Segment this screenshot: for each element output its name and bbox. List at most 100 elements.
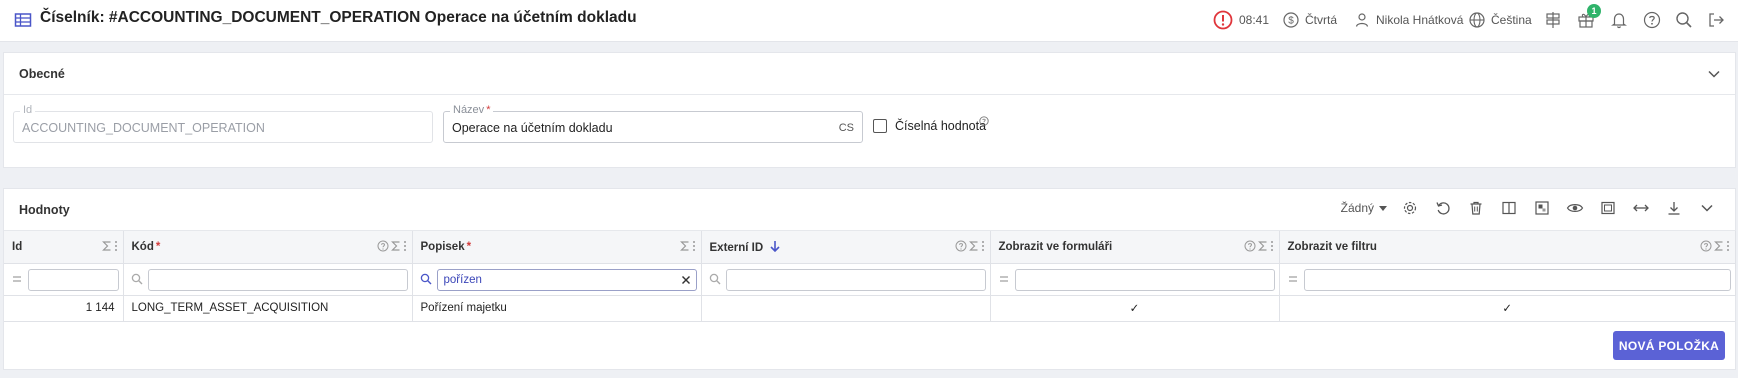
language-label: Čeština	[1491, 13, 1532, 27]
more-vertical-icon[interactable]	[981, 240, 985, 252]
help-icon[interactable]	[1700, 240, 1712, 252]
arrows-horizontal-icon	[1632, 204, 1649, 212]
session-timer[interactable]: 08:41	[1213, 9, 1269, 31]
dollar-icon: $	[1283, 12, 1299, 28]
general-section-title: Obecné	[19, 67, 65, 81]
layout-button[interactable]	[1525, 200, 1558, 216]
settings-button[interactable]	[1393, 200, 1426, 216]
sum-icon[interactable]	[101, 240, 112, 252]
cell-show-in-filter[interactable]: ✓	[1279, 295, 1735, 322]
new-item-button[interactable]: NOVÁ POLOŽKA	[1613, 331, 1725, 360]
column-header-show-in-filter[interactable]: Zobrazit ve filtru	[1279, 231, 1736, 264]
name-field-value[interactable]: Operace na účetním dokladu	[452, 121, 613, 135]
values-section-title: Hodnoty	[19, 203, 70, 217]
name-field[interactable]: Název * Operace na účetním dokladu CS	[443, 104, 863, 143]
name-language-code[interactable]: CS	[839, 122, 854, 134]
column-header-id[interactable]: Id	[4, 231, 124, 264]
download-icon	[1668, 202, 1679, 215]
sum-icon[interactable]	[968, 240, 979, 252]
logout-icon	[1709, 13, 1724, 27]
search-icon[interactable]	[709, 273, 721, 285]
collapse-values-button[interactable]	[1690, 201, 1723, 215]
numeric-value-checkbox[interactable]: Číselná hodnota	[873, 119, 986, 133]
id-field-value: ACCOUNTING_DOCUMENT_OPERATION	[22, 121, 265, 135]
sort-descending-icon[interactable]	[769, 240, 781, 252]
more-vertical-icon[interactable]	[114, 240, 118, 252]
close-icon[interactable]	[681, 275, 691, 285]
help-button[interactable]	[1643, 9, 1661, 31]
column-label: Zobrazit ve filtru	[1287, 240, 1377, 253]
notifications-button[interactable]	[1610, 9, 1628, 31]
search-icon[interactable]	[420, 273, 432, 285]
help-icon[interactable]	[377, 240, 389, 252]
column-label: Externí ID	[709, 241, 764, 254]
filter-popisek-value[interactable]: pořízen	[444, 274, 482, 286]
svg-text:$: $	[1288, 16, 1294, 27]
general-section: Obecné	[3, 52, 1736, 168]
help-icon[interactable]	[979, 116, 989, 126]
help-icon[interactable]	[1244, 240, 1256, 252]
user-icon	[1355, 13, 1369, 27]
signpost-button[interactable]	[1544, 9, 1562, 31]
fit-width-button[interactable]	[1624, 200, 1657, 216]
cell-id[interactable]: 1 144	[4, 295, 124, 322]
cell-show-in-form[interactable]: ✓	[990, 295, 1280, 322]
columns-button[interactable]	[1492, 200, 1525, 216]
filter-input-id[interactable]	[28, 268, 119, 291]
cell-kod[interactable]: LONG_TERM_ASSET_ACQUISITION	[123, 295, 413, 322]
equals-icon[interactable]	[1287, 274, 1299, 284]
day-selector[interactable]: $ Čtvrtá	[1283, 9, 1337, 31]
more-vertical-icon[interactable]	[403, 240, 407, 252]
chevron-down-icon[interactable]	[1707, 67, 1721, 81]
timer-value: 08:41	[1239, 13, 1270, 27]
filter-input-popisek[interactable]: pořízen	[436, 268, 697, 291]
user-name: Nikola Hnátková	[1376, 13, 1464, 27]
column-label: Kód	[131, 240, 154, 253]
id-field-label: Id	[20, 104, 36, 116]
signpost-icon	[1546, 12, 1560, 28]
table-header-row: Id Kód * Popisek * Externí ID Zobrazit ve …	[4, 231, 1736, 264]
page-title: Číselník: #ACCOUNTING_DOCUMENT_OPERATION…	[40, 9, 637, 26]
view-select[interactable]: Žádný	[1341, 201, 1387, 215]
columns-icon	[1501, 201, 1516, 215]
search-button[interactable]	[1675, 9, 1693, 31]
reset-button[interactable]	[1426, 200, 1459, 216]
screenshot-button[interactable]	[1591, 200, 1624, 216]
grid-toolbar: Žádný	[1341, 200, 1723, 216]
export-button[interactable]	[1657, 200, 1690, 216]
cell-popisek[interactable]: Pořízení majetku	[412, 295, 702, 322]
more-vertical-icon[interactable]	[1270, 240, 1274, 252]
help-icon[interactable]	[955, 240, 967, 252]
general-section-header[interactable]: Obecné	[4, 53, 1735, 95]
sum-icon[interactable]	[1257, 240, 1268, 252]
gear-icon	[1403, 201, 1416, 215]
table-row[interactable]: 1 144 LONG_TERM_ASSET_ACQUISITION Poříze…	[4, 295, 1735, 322]
sum-icon[interactable]	[679, 240, 690, 252]
user-menu[interactable]: Nikola Hnátková	[1354, 9, 1463, 31]
filter-input-show-in-filter[interactable]	[1303, 268, 1731, 291]
more-vertical-icon[interactable]	[1726, 240, 1730, 252]
preview-button[interactable]	[1558, 200, 1591, 216]
equals-icon[interactable]	[998, 274, 1010, 284]
sum-icon[interactable]	[1713, 240, 1724, 252]
filter-input-show-in-form[interactable]	[1014, 268, 1275, 291]
column-header-externi-id[interactable]: Externí ID	[701, 231, 991, 264]
values-section-header: Hodnoty Žádný	[4, 189, 1735, 231]
more-vertical-icon[interactable]	[692, 240, 696, 252]
search-icon[interactable]	[131, 273, 143, 285]
image-frame-icon	[1600, 201, 1615, 215]
filter-input-kod[interactable]	[147, 268, 408, 291]
language-selector[interactable]: Čeština	[1469, 9, 1532, 31]
column-header-show-in-form[interactable]: Zobrazit ve formuláři	[990, 231, 1280, 264]
equals-icon[interactable]	[11, 274, 23, 284]
sum-icon[interactable]	[390, 240, 401, 252]
filter-input-externi-id[interactable]	[725, 268, 986, 291]
column-header-popisek[interactable]: Popisek *	[412, 231, 702, 264]
delete-button[interactable]	[1459, 200, 1492, 216]
globe-icon	[1469, 12, 1485, 28]
column-header-kod[interactable]: Kód *	[123, 231, 413, 264]
cell-externi-id[interactable]	[701, 295, 991, 322]
logout-button[interactable]	[1707, 9, 1725, 31]
numeric-value-checkbox-box[interactable]	[873, 119, 887, 133]
view-select-value: Žádný	[1340, 201, 1374, 215]
